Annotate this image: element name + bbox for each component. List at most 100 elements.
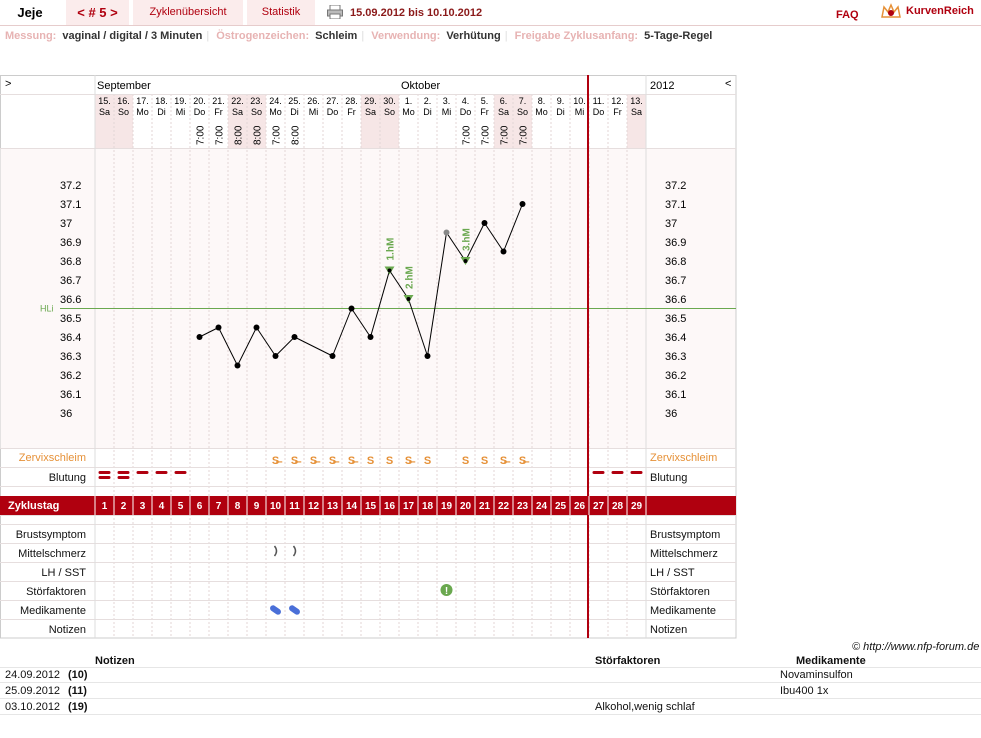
cycle-day-number: 4	[159, 501, 165, 512]
day-date: 8.	[538, 96, 546, 106]
day-date: 15.	[98, 96, 111, 106]
day-date: 24.	[269, 96, 282, 106]
date-range: 15.09.2012 bis 10.10.2012	[350, 7, 483, 19]
medication-column-header: Medikamente	[796, 655, 866, 667]
day-weekday: Fr	[613, 107, 622, 117]
meta-label: Östrogenzeichen:	[216, 30, 310, 42]
cycle-day-number: 9	[254, 501, 260, 512]
y-tick-label: 36.8	[665, 256, 686, 268]
y-tick-label: 36.6	[60, 294, 81, 306]
cycle-day-number: 10	[270, 501, 282, 512]
cycle-day-number: 26	[574, 501, 586, 512]
mucus-symbol: S	[424, 455, 431, 467]
chart-background	[0, 148, 736, 448]
measure-time: 7:00	[272, 125, 283, 145]
meta-value: Verhütung	[446, 30, 501, 42]
day-date: 19.	[174, 96, 187, 106]
day-date: 10.	[573, 96, 586, 106]
temp-point	[443, 229, 450, 236]
cycle-selector[interactable]: < # 5 >	[66, 0, 129, 25]
high-measure-label: 3.hM	[462, 228, 473, 251]
measure-time: 7:00	[196, 125, 207, 145]
row-medication: Ibu400 1x	[780, 685, 829, 697]
day-date: 5.	[481, 96, 489, 106]
measure-time: 7:00	[500, 125, 511, 145]
row-disturbance: Alkohol,wenig schlaf	[595, 701, 695, 713]
bleeding-mark	[117, 476, 130, 479]
temp-point	[196, 334, 203, 340]
bleeding-mark	[136, 471, 149, 474]
row-label-stoer: Störfaktoren	[650, 586, 710, 598]
cycle-day-number: 21	[479, 501, 491, 512]
table-row: 03.10.2012 (19) Alkohol,wenig schlaf	[0, 699, 981, 715]
day-weekday: Do	[327, 107, 339, 117]
day-date: 26.	[307, 96, 320, 106]
bleeding-mark	[98, 476, 111, 479]
day-date: 25.	[288, 96, 301, 106]
cycle-day-number: 11	[289, 501, 300, 512]
cycle-chart: > September Oktober 2012 <15.Sa16.So17.Mo18.…	[0, 75, 737, 639]
day-date: 28.	[345, 96, 358, 106]
scroll-left-arrow[interactable]: >	[5, 78, 11, 90]
copyright-credit[interactable]: © http://www.nfp-forum.de	[852, 641, 979, 653]
row-label-lh: LH / SST	[650, 567, 695, 579]
day-date: 17.	[136, 96, 149, 106]
scroll-right-arrow[interactable]: <	[725, 78, 731, 90]
cycle-day-number: 15	[365, 501, 377, 512]
row-label-blutung: Blutung	[49, 472, 86, 484]
y-tick-label: 36.4	[665, 332, 686, 344]
bleeding-mark	[611, 471, 624, 474]
tab-statistics[interactable]: Statistik	[247, 0, 315, 25]
day-weekday: Mi	[442, 107, 452, 117]
y-tick-label: 36	[60, 408, 72, 420]
month-label: September	[97, 80, 151, 92]
day-date: 16.	[117, 96, 130, 106]
bleeding-mark	[155, 471, 168, 474]
row-medication: Novaminsulfon	[780, 669, 853, 681]
day-date: 13.	[630, 96, 643, 106]
day-weekday: Di	[556, 107, 565, 117]
cycle-day-number: 19	[441, 501, 453, 512]
mucus-symbol: S	[386, 455, 393, 467]
row-cycle-day: (11)	[68, 685, 87, 697]
cycle-day-number: 29	[631, 501, 643, 512]
y-tick-label: 36.1	[665, 389, 686, 401]
cycle-day-number: 8	[235, 501, 241, 512]
row-cycle-day: (10)	[68, 669, 88, 681]
temp-point	[500, 248, 507, 255]
day-date: 18.	[155, 96, 168, 106]
tab-cycle-overview[interactable]: Zyklenübersicht	[133, 0, 243, 25]
day-date: 2.	[424, 96, 432, 106]
faq-link[interactable]: FAQ	[836, 9, 859, 21]
top-nav-bar: Jeje < # 5 > Zyklenübersicht Statistik 1…	[0, 0, 981, 26]
row-label-medi: Medikamente	[650, 605, 716, 617]
bleeding-mark	[592, 471, 605, 474]
crown-logo-icon	[881, 3, 901, 18]
measure-time: 8:00	[291, 125, 302, 145]
high-measure-label: 2.hM	[405, 266, 416, 289]
day-weekday: Mi	[309, 107, 319, 117]
day-weekday: So	[517, 107, 528, 117]
temp-point	[367, 334, 374, 340]
kurvenreich-logo[interactable]: KurvenReich	[906, 5, 974, 17]
cycle-day-label: Zyklustag	[8, 500, 59, 512]
cycle-day-number: 23	[517, 501, 529, 512]
y-tick-label: 37.1	[665, 199, 686, 211]
print-icon[interactable]	[327, 5, 343, 19]
row-label-notizen: Notizen	[49, 624, 86, 636]
day-weekday: Sa	[498, 107, 509, 117]
day-weekday: Mi	[575, 107, 585, 117]
temp-point	[463, 259, 468, 263]
month-label: Oktober	[401, 80, 440, 92]
meta-value: Schleim	[315, 30, 358, 42]
disturbances-column-header: Störfaktoren	[595, 655, 661, 667]
day-weekday: Sa	[99, 107, 110, 117]
row-label-notizen: Notizen	[650, 624, 687, 636]
row-label-stoer: Störfaktoren	[26, 586, 86, 598]
y-tick-label: 36.6	[665, 294, 686, 306]
meta-label: Verwendung:	[371, 30, 441, 42]
measure-time: 7:00	[215, 125, 226, 145]
measure-time: 7:00	[481, 125, 492, 145]
measure-time: 7:00	[462, 125, 473, 145]
cycle-day-number: 3	[140, 501, 146, 512]
